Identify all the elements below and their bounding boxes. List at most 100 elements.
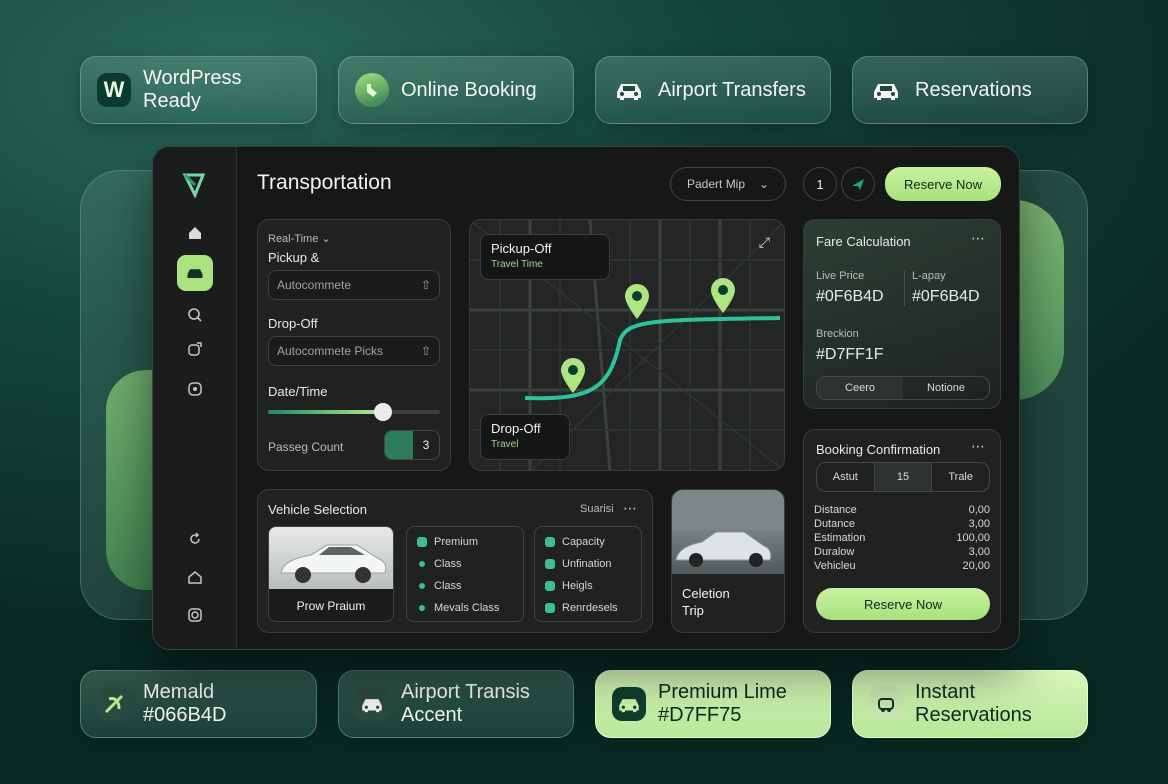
map-select[interactable]: Padert Mip ⌄ [670, 167, 786, 201]
refresh-icon[interactable] [179, 523, 211, 555]
breakdown-value: #D7FF1F [816, 346, 884, 363]
more-icon[interactable]: ⋯ [971, 230, 986, 247]
count-badge[interactable]: 1 [803, 167, 837, 201]
feature-pill-airport[interactable]: Airport Transfers [595, 56, 831, 124]
route-map[interactable]: Pickup-Off Travel Time ⤢ Drop-Off Travel [469, 219, 785, 471]
pickup-input[interactable]: Autocommete ⇧ [268, 270, 440, 300]
search-icon[interactable] [179, 299, 211, 331]
stepper-fill [385, 431, 413, 459]
reserve-now-button[interactable]: Reserve Now [816, 588, 990, 620]
dropoff-tooltip-title: Drop-Off [491, 421, 541, 436]
summary-row: Duralow 3,00 [814, 546, 990, 558]
slider-thumb[interactable] [374, 403, 392, 421]
confirmation-tabs[interactable]: Astut 15 Trale [816, 462, 990, 492]
summary-row: Vehicleu 20,00 [814, 560, 990, 572]
dashboard-panel: Transportation Padert Mip ⌄ 1 Reserve No… [152, 146, 1020, 650]
datetime-label: Date/Time [268, 384, 328, 399]
car-image [269, 527, 393, 589]
reserve-now-button-header[interactable]: Reserve Now [885, 167, 1001, 201]
pill-sublabel: Accent [401, 704, 463, 726]
feature-pill-accent[interactable]: Airport Transis Accent [338, 670, 574, 738]
feature-pill-instant[interactable]: Instant Reservations [852, 670, 1088, 738]
dropoff-label: Drop-Off [268, 316, 318, 331]
fare-title: Fare Calculation [816, 234, 911, 249]
pill-label: WordPress Ready [143, 67, 242, 112]
select-value: Padert Mip [687, 177, 746, 191]
home-icon[interactable] [179, 217, 211, 249]
map-pin-icon[interactable] [622, 282, 652, 325]
tab-trale[interactable]: Trale [932, 463, 989, 491]
sidebar [153, 147, 237, 649]
instagram-icon[interactable] [179, 599, 211, 631]
settings-icon[interactable] [179, 373, 211, 405]
feature-pill-wordpress[interactable]: W WordPress Ready [80, 56, 317, 124]
list-item[interactable]: Mevals Class [417, 597, 513, 619]
live-price-label: Live Price [816, 270, 865, 282]
capacity-label: L-apay [912, 270, 946, 282]
home-outline-icon[interactable] [179, 561, 211, 593]
feature-pill-lime[interactable]: Premium Lime #D7FF75 [595, 670, 831, 738]
realtime-dropdown[interactable]: Real-Time ⌄ [268, 232, 331, 245]
list-item[interactable]: Class [417, 575, 513, 597]
tab-15[interactable]: 15 [873, 463, 933, 491]
passenger-label: Passeg Count [268, 440, 344, 454]
capacity-value: #0F6B4D [912, 288, 980, 305]
chevron-down-icon: ⌄ [758, 177, 769, 191]
more-icon[interactable]: ⋯ [971, 438, 986, 455]
trip-photo-line1: Celetion [682, 586, 730, 601]
summary-row: Dutance 3,00 [814, 518, 990, 530]
list-item[interactable]: Premium [417, 531, 513, 553]
car-icon [612, 687, 646, 721]
feature-list-2: Capacity Unfination Heigls Renrdesels [534, 526, 642, 622]
divider [904, 270, 905, 306]
pill-sublabel: #D7FF75 [658, 704, 742, 726]
list-item[interactable]: Capacity [545, 531, 631, 553]
tab-astut[interactable]: Astut [817, 463, 874, 491]
page-title: Transportation [257, 171, 392, 194]
feature-pill-reservations[interactable]: Reservations [852, 56, 1088, 124]
pill-label: Airport Transis [401, 681, 530, 703]
pickup-tooltip: Pickup-Off Travel Time [480, 234, 610, 280]
send-icon[interactable] [841, 167, 875, 201]
slider-fill [268, 410, 385, 414]
vehicle-search[interactable]: Suarisi [580, 503, 614, 515]
vehicle-selection: Vehicle Selection Suarisi ⋯ Prow Praium … [257, 489, 653, 633]
list-item[interactable]: Unfination [545, 553, 631, 575]
pill-sublabel: #066B4D [143, 704, 227, 726]
leaf-icon [97, 687, 131, 721]
car-nav-icon[interactable] [177, 255, 213, 291]
booking-confirmation: Booking Confirmation ⋯ Astut 15 Trale Di… [803, 429, 1001, 633]
tab-ceero[interactable]: Ceero [817, 377, 903, 399]
feature-list-1: Premium Class Class Mevals Class [406, 526, 524, 622]
pickup-tooltip-title: Pickup-Off [491, 241, 552, 256]
datetime-slider[interactable] [268, 403, 440, 421]
map-pin-icon[interactable] [558, 356, 588, 399]
summary-row: Estimation 100,00 [814, 532, 990, 544]
dropoff-tooltip-sub: Travel [491, 439, 519, 450]
pill-label: Online Booking [401, 78, 537, 101]
reservation-icon [869, 687, 903, 721]
trip-photo-line2: Trip [682, 603, 704, 618]
map-pin-icon[interactable] [708, 276, 738, 319]
upload-icon: ⇧ [420, 278, 431, 292]
booking-icon [355, 73, 389, 107]
more-icon[interactable]: ⋯ [623, 500, 638, 517]
share-icon[interactable] [179, 333, 211, 365]
confirmation-title: Booking Confirmation [816, 442, 941, 457]
vehicle-card[interactable]: Prow Praium [268, 526, 394, 622]
feature-pill-emerald[interactable]: Memald #066B4D [80, 670, 317, 738]
trip-photo-card[interactable]: Celetion Trip [671, 489, 785, 633]
tab-notione[interactable]: Notione [903, 377, 989, 399]
pill-sublabel: Reservations [915, 704, 1032, 726]
passenger-stepper[interactable]: 3 [384, 430, 440, 460]
list-item[interactable]: Renrdesels [545, 597, 631, 619]
expand-icon[interactable]: ⤢ [759, 234, 770, 251]
list-item[interactable]: Heigls [545, 575, 631, 597]
dropoff-input[interactable]: Autocommete Picks ⇧ [268, 336, 440, 366]
breakdown-label: Breckion [816, 328, 859, 340]
list-item[interactable]: Class [417, 553, 513, 575]
dropoff-tooltip: Drop-Off Travel [480, 414, 570, 460]
feature-pill-booking[interactable]: Online Booking [338, 56, 574, 124]
pill-label: Reservations [915, 78, 1032, 101]
fare-tabs[interactable]: Ceero Notione [816, 376, 990, 400]
